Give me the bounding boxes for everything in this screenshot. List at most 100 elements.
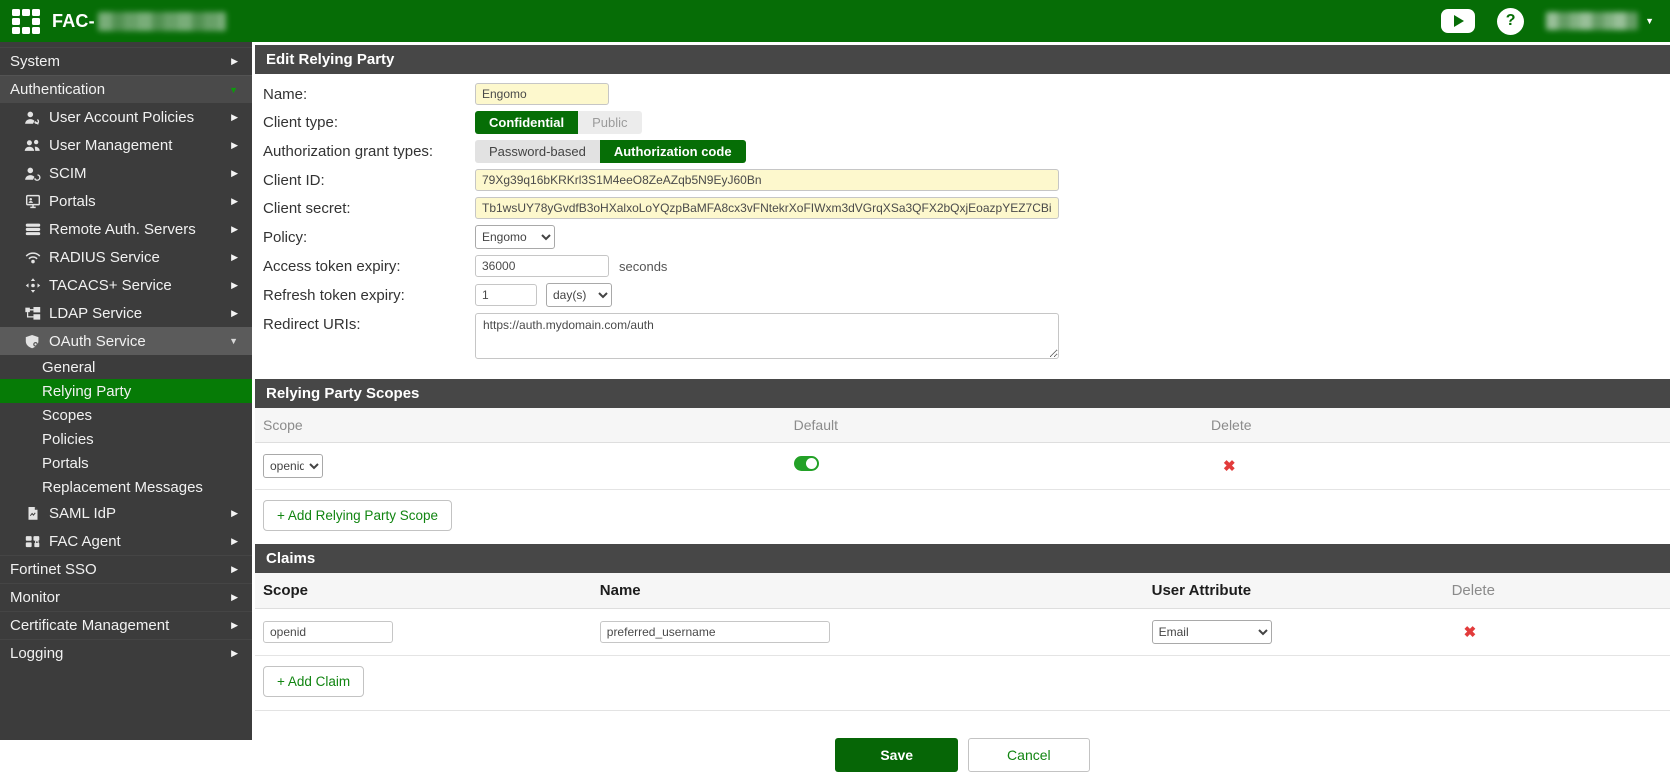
sidebar-item-tacacs-service[interactable]: TACACS+ Service▶ bbox=[0, 271, 252, 299]
sidebar-item-policies[interactable]: Policies bbox=[0, 427, 252, 451]
access-token-expiry-label: Access token expiry: bbox=[263, 258, 475, 275]
radius-wifi-icon bbox=[24, 249, 44, 265]
sidebar-item-label: System bbox=[10, 53, 60, 70]
grant-password-based[interactable]: Password-based bbox=[475, 140, 600, 163]
client-type-confidential[interactable]: Confidential bbox=[475, 111, 578, 134]
sidebar-item-fac-agent[interactable]: FAC Agent▶ bbox=[0, 527, 252, 555]
sidebar-item-portals[interactable]: Portals▶ bbox=[0, 187, 252, 215]
sidebar-item-user-account-policies[interactable]: User Account Policies ▶ bbox=[0, 103, 252, 131]
saml-doc-icon bbox=[24, 505, 44, 521]
sidebar-item-general[interactable]: General bbox=[0, 355, 252, 379]
default-toggle[interactable] bbox=[794, 456, 819, 471]
sidebar-item-fortinet-sso[interactable]: Fortinet SSO ▶ bbox=[0, 555, 252, 583]
form-actions: Save Cancel bbox=[255, 738, 1670, 772]
toggle-knob bbox=[806, 458, 817, 469]
delete-claim-icon[interactable]: ✖ bbox=[1464, 623, 1477, 641]
sidebar: System▶Authentication▼User Account Polic… bbox=[0, 42, 252, 740]
chevron-right-icon: ▶ bbox=[231, 620, 238, 631]
sidebar-item-replacement-messages[interactable]: Replacement Messages bbox=[0, 475, 252, 499]
client-type-toggle: Confidential Public bbox=[475, 111, 642, 134]
claims-table-header: Scope Name User Attribute Delete bbox=[255, 573, 1670, 609]
claim-name-input[interactable] bbox=[600, 621, 830, 643]
sidebar-item-label: User Account Policies bbox=[49, 109, 194, 126]
sidebar-item-label: Fortinet SSO bbox=[10, 561, 97, 578]
grant-authorization-code[interactable]: Authorization code bbox=[600, 140, 746, 163]
fac-agent-icon bbox=[24, 533, 44, 549]
client-secret-label: Client secret: bbox=[263, 200, 475, 217]
client-secret-input[interactable] bbox=[475, 197, 1059, 219]
sidebar-item-scim[interactable]: SCIM▶ bbox=[0, 159, 252, 187]
policy-select[interactable]: Engomo bbox=[475, 225, 555, 249]
sidebar-item-authentication[interactable]: Authentication ▼ bbox=[0, 75, 252, 103]
sidebar-item-user-management[interactable]: User Management▶ bbox=[0, 131, 252, 159]
sidebar-item-label: Authentication bbox=[10, 81, 105, 98]
sidebar-item-remote-auth-servers[interactable]: Remote Auth. Servers▶ bbox=[0, 215, 252, 243]
sidebar-item-label: Replacement Messages bbox=[42, 479, 203, 496]
chevron-down-icon: ▼ bbox=[1645, 16, 1654, 26]
sidebar-item-ldap-service[interactable]: LDAP Service▶ bbox=[0, 299, 252, 327]
chevron-right-icon: ▶ bbox=[231, 592, 238, 603]
sidebar-item-radius-service[interactable]: RADIUS Service▶ bbox=[0, 243, 252, 271]
sidebar-item-label: Logging bbox=[10, 645, 63, 662]
claims-col-user-attribute: User Attribute bbox=[1144, 573, 1444, 608]
add-relying-party-scope-button[interactable]: + Add Relying Party Scope bbox=[263, 500, 452, 531]
claims-add-row: + Add Claim bbox=[255, 656, 1670, 711]
sidebar-item-label: TACACS+ Service bbox=[49, 277, 172, 294]
sidebar-item-portals[interactable]: Portals bbox=[0, 451, 252, 475]
username-redacted bbox=[1546, 12, 1638, 30]
sidebar-item-label: Policies bbox=[42, 431, 94, 448]
claim-user-attribute-select[interactable]: Email bbox=[1152, 620, 1272, 644]
add-claim-button[interactable]: + Add Claim bbox=[263, 666, 364, 697]
sidebar-item-scopes[interactable]: Scopes bbox=[0, 403, 252, 427]
redirect-uris-textarea[interactable]: https://auth.mydomain.com/auth bbox=[475, 313, 1059, 359]
sidebar-item-logging[interactable]: Logging ▶ bbox=[0, 639, 252, 667]
refresh-token-unit-select[interactable]: day(s) bbox=[546, 283, 612, 307]
servers-icon bbox=[24, 221, 44, 237]
sidebar-item-certificate-management[interactable]: Certificate Management▶ bbox=[0, 611, 252, 639]
scope-select[interactable]: openid bbox=[263, 454, 323, 478]
grant-types-toggle: Password-based Authorization code bbox=[475, 140, 746, 163]
scopes-col-scope: Scope bbox=[255, 408, 786, 442]
tacacs-arrows-icon bbox=[24, 277, 44, 293]
client-id-input[interactable] bbox=[475, 169, 1059, 191]
hostname-redacted bbox=[98, 12, 226, 31]
play-icon bbox=[1454, 15, 1464, 27]
sidebar-item-label: SAML IdP bbox=[49, 505, 116, 522]
user-policies-icon bbox=[24, 109, 44, 125]
user-menu[interactable]: ▼ bbox=[1546, 12, 1654, 30]
refresh-token-expiry-input[interactable] bbox=[475, 284, 537, 306]
question-glyph: ? bbox=[1506, 12, 1516, 30]
claim-scope-input[interactable] bbox=[263, 621, 393, 643]
delete-scope-icon[interactable]: ✖ bbox=[1223, 457, 1236, 475]
cancel-button[interactable]: Cancel bbox=[968, 738, 1090, 772]
oauth-shield-icon bbox=[24, 333, 44, 349]
chevron-right-icon: ▶ bbox=[231, 564, 238, 575]
sidebar-item-relying-party[interactable]: Relying Party bbox=[0, 379, 252, 403]
help-icon[interactable]: ? bbox=[1497, 8, 1524, 35]
chevron-right-icon: ▶ bbox=[231, 196, 238, 207]
sidebar-item-monitor[interactable]: Monitor▶ bbox=[0, 583, 252, 611]
sidebar-item-system[interactable]: System▶ bbox=[0, 47, 252, 75]
policy-label: Policy: bbox=[263, 229, 475, 246]
fortinet-logo-icon[interactable] bbox=[12, 9, 40, 34]
app-brand: FAC- bbox=[52, 11, 226, 32]
name-input[interactable] bbox=[475, 83, 609, 105]
access-token-expiry-input[interactable] bbox=[475, 255, 609, 277]
claims-col-name: Name bbox=[592, 573, 1144, 608]
client-type-public[interactable]: Public bbox=[578, 111, 641, 134]
video-tutorials-icon[interactable] bbox=[1441, 9, 1475, 33]
topbar: FAC- ? ▼ bbox=[0, 0, 1670, 42]
chevron-right-icon: ▶ bbox=[231, 536, 238, 547]
chevron-right-icon: ▶ bbox=[231, 648, 238, 659]
sidebar-item-saml-idp[interactable]: SAML IdP▶ bbox=[0, 499, 252, 527]
scopes-section-title: Relying Party Scopes bbox=[255, 379, 1670, 408]
name-label: Name: bbox=[263, 86, 475, 103]
users-icon bbox=[24, 137, 44, 153]
sidebar-item-label: Remote Auth. Servers bbox=[49, 221, 196, 238]
portal-icon bbox=[24, 193, 44, 209]
sidebar-item-oauth-service[interactable]: OAuth Service▼ bbox=[0, 327, 252, 355]
chevron-down-icon: ▼ bbox=[229, 85, 238, 95]
chevron-right-icon: ▶ bbox=[231, 112, 238, 123]
save-button[interactable]: Save bbox=[835, 738, 958, 772]
grant-types-label: Authorization grant types: bbox=[263, 143, 475, 160]
